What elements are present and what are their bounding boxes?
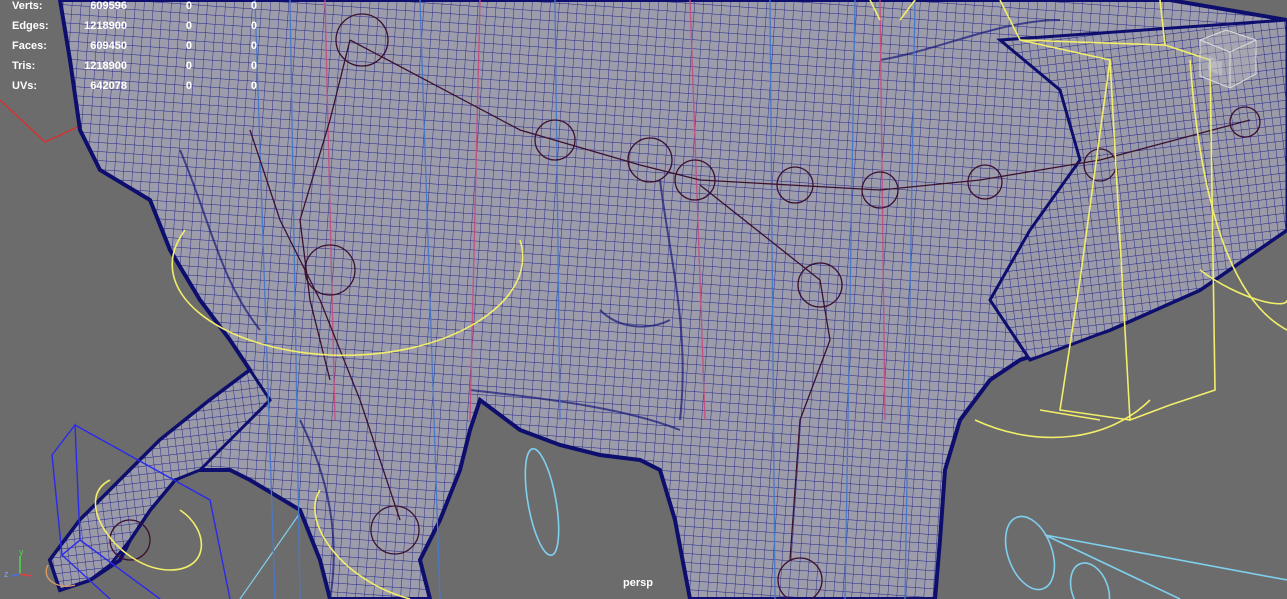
hud-row-tris: Tris: 1218900 0 0 [0,60,270,80]
hud-value: 642078 [90,80,127,92]
hud-value: 0 [185,0,192,12]
hud-value: 0 [250,60,257,72]
hud-value: 1218900 [84,20,127,32]
hud-row-edges: Edges: 1218900 0 0 [0,20,270,40]
axis-gizmo-icon: y z [4,547,33,579]
axis-y-label: y [19,547,24,557]
view-cube-icon[interactable] [1196,26,1260,92]
camera-name-label: persp [623,577,653,589]
hud-value: 0 [250,20,257,32]
hud-label: UVs: [12,80,38,92]
hud-label: Edges: [12,20,49,32]
hud-value: 0 [250,40,257,52]
hud-row-uvs: UVs: 642078 0 0 [0,80,270,100]
poly-count-hud: Verts: 609596 0 0 Edges: 1218900 0 0 Fac… [0,0,270,100]
axis-z-label: z [4,569,9,579]
hud-label: Verts: [12,0,43,12]
front-leg-mesh[interactable] [48,367,272,592]
hud-label: Tris: [12,60,36,72]
hud-value: 1218900 [84,60,127,72]
hud-value: 0 [250,80,257,92]
hud-value: 0 [185,40,192,52]
viewport-persp[interactable]: Verts: 609596 0 0 Edges: 1218900 0 0 Fac… [0,0,1287,599]
hud-value: 0 [185,80,192,92]
hud-value: 0 [250,0,257,12]
hud-value: 0 [185,20,192,32]
hud-row-faces: Faces: 609450 0 0 [0,40,270,60]
hud-value: 609596 [90,0,127,12]
hud-value: 0 [185,60,192,72]
hud-label: Faces: [12,40,47,52]
hud-row-verts: Verts: 609596 0 0 [0,0,270,20]
hud-value: 609450 [90,40,127,52]
